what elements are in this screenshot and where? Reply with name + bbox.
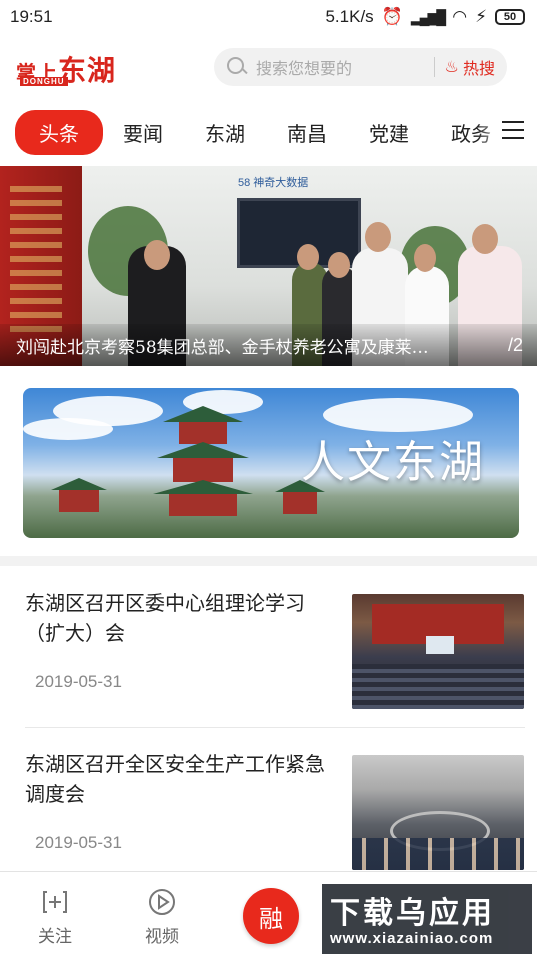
tab-news[interactable]: 要闻 — [123, 118, 163, 147]
hero-banner[interactable]: 58 神奇大数据 刘闯赴北京考察58集团总部、金手杖养老公寓及康莱… /2 — [0, 166, 537, 366]
culture-banner[interactable]: 人文东湖 — [23, 388, 519, 538]
nav-video[interactable]: 视频 — [127, 888, 197, 947]
play-icon — [148, 888, 176, 916]
charging-icon: ⚡ — [475, 7, 487, 26]
search-bar[interactable]: 搜索您想要的 ♨ 热搜 — [214, 48, 507, 86]
logo-subtitle: DONGHU — [20, 77, 68, 86]
hero-head — [472, 224, 498, 254]
watermark-text: 下载乌应用 — [330, 896, 495, 931]
hot-search-button[interactable]: ♨ 热搜 — [445, 55, 495, 79]
nav-follow[interactable]: 关注 — [20, 888, 90, 947]
alarm-icon: ⏰ — [381, 7, 403, 26]
news-thumbnail — [352, 755, 524, 870]
search-input[interactable]: 搜索您想要的 — [256, 55, 424, 79]
app-logo[interactable]: 掌上 东湖 DONGHU — [16, 47, 136, 87]
tab-party[interactable]: 党建 — [369, 118, 409, 147]
fire-icon: ♨ — [444, 59, 459, 76]
network-speed: 5.1K/s — [325, 7, 374, 26]
nav-follow-label: 关注 — [38, 927, 72, 946]
app-header: 掌上 东湖 DONGHU 搜索您想要的 ♨ 热搜 — [0, 36, 537, 98]
wifi-icon: ◠ — [452, 7, 468, 26]
cloud — [23, 418, 113, 440]
watermark: 下载乌应用 www.xiazainiao.com — [322, 884, 532, 954]
hero-head — [328, 252, 350, 278]
hero-head — [144, 240, 170, 270]
watermark-url: www.xiazainiao.com — [330, 930, 494, 947]
news-thumbnail — [352, 594, 524, 709]
news-divider — [25, 727, 525, 728]
news-date: 2019-05-31 — [35, 672, 122, 691]
hot-search-label: 热搜 — [462, 61, 495, 78]
news-date: 2019-05-31 — [35, 833, 122, 852]
search-icon — [226, 56, 248, 78]
tab-nanchang[interactable]: 南昌 — [287, 118, 327, 147]
pavilion-left — [51, 478, 107, 518]
status-icons: 5.1K/s ⏰ ▂▄▆█ ◠ ⚡ 50 — [325, 7, 525, 27]
hero-head — [414, 244, 436, 272]
news-item[interactable]: 东湖区召开全区安全生产工作紧急调度会 2019-05-31 — [0, 729, 537, 889]
search-divider — [433, 57, 435, 77]
nav-video-label: 视频 — [145, 927, 179, 946]
tab-headlines[interactable]: 头条 — [15, 109, 103, 155]
pavilion-main — [153, 406, 253, 516]
hero-head — [365, 222, 391, 252]
tab-donghu[interactable]: 东湖 — [205, 118, 245, 147]
signal-icon: ▂▄▆█ — [410, 8, 446, 25]
status-time: 19:51 — [10, 7, 53, 26]
section-separator — [0, 556, 537, 566]
culture-title: 人文东湖 — [301, 437, 485, 488]
hero-caption: 刘闯赴北京考察58集团总部、金手杖养老公寓及康莱… /2 — [0, 324, 537, 366]
menu-icon[interactable] — [502, 121, 524, 139]
status-bar: 19:51 5.1K/s ⏰ ▂▄▆█ ◠ ⚡ 50 — [0, 0, 537, 34]
hero-brand-text: 58 神奇大数据 — [238, 177, 309, 189]
news-title: 东湖区召开区委中心组理论学习（扩大）会 — [25, 591, 305, 645]
hero-head — [297, 244, 319, 270]
channel-tabs: 头条 要闻 东湖 南昌 党建 政务 — [0, 108, 537, 156]
news-item[interactable]: 东湖区召开区委中心组理论学习（扩大）会 2019-05-31 — [0, 568, 537, 728]
hero-caption-text: 刘闯赴北京考察58集团总部、金手杖养老公寓及康莱… — [16, 337, 429, 358]
follow-icon — [41, 888, 69, 916]
battery-icon: 50 — [495, 9, 525, 25]
nav-center-button[interactable]: 融 — [243, 888, 299, 944]
news-title: 东湖区召开全区安全生产工作紧急调度会 — [25, 752, 325, 806]
hero-page-indicator: /2 — [507, 334, 523, 355]
